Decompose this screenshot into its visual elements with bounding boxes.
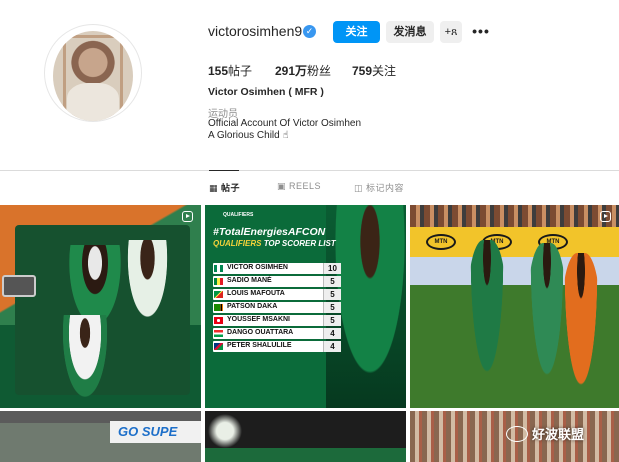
post-thumbnail-4[interactable]: GO SUPE <box>0 411 201 462</box>
scorer-row: DANGO OUATTARA 4 <box>213 328 341 339</box>
reels-icon: ▣ <box>277 181 287 191</box>
avatar-figure <box>67 83 119 121</box>
more-options-icon[interactable]: ••• <box>470 21 492 43</box>
scorer-name: PATSON DAKA <box>227 303 278 310</box>
post-2-small-text: QUALIFIERS <box>223 212 254 218</box>
add-user-icon[interactable]: +ጸ <box>440 21 462 43</box>
scorer-row: PETER SHALULILE 4 <box>213 341 341 352</box>
zambia-flag-icon <box>214 304 223 311</box>
post-3-advertising-board: MTN MTN MTN <box>410 227 619 257</box>
scorer-goals: 4 <box>323 341 341 352</box>
scorer-row: SADIO MANÉ 5 <box>213 276 341 287</box>
bio-line-1: Official Account Of Victor Osimhen <box>208 118 362 129</box>
tab-reels-label: REELS <box>289 181 322 191</box>
reel-icon <box>182 211 193 222</box>
active-tab-indicator <box>209 170 239 171</box>
scorer-name: LOUIS MAFOUTA <box>227 290 285 297</box>
post-2-headline: #TotalEnergiesAFCON <box>213 226 326 238</box>
full-name: Victor Osimhen ( MFR ) <box>208 86 324 98</box>
post-5-light <box>205 411 245 451</box>
avatar[interactable] <box>53 31 133 121</box>
followers-label: 粉丝 <box>307 64 332 78</box>
senegal-flag-icon <box>214 278 223 285</box>
tab-reels[interactable]: ▣ REELS <box>277 181 321 192</box>
scorer-row: PATSON DAKA 5 <box>213 302 341 313</box>
tagged-icon: ◫ <box>354 183 364 193</box>
scorer-goals: 10 <box>323 263 341 274</box>
post-3-crowd <box>410 205 619 227</box>
scorer-row: VICTOR OSIMHEN 10 <box>213 263 341 274</box>
scorer-name: DANGO OUATTARA <box>227 329 294 336</box>
message-button[interactable]: 发消息 <box>386 21 434 43</box>
username: victorosimhen9 <box>208 23 303 39</box>
post-thumbnail-2[interactable]: QUALIFIERS #TotalEnergiesAFCON QUALIFIER… <box>205 205 406 408</box>
tab-posts[interactable]: ▦ 帖子 <box>209 181 240 194</box>
congo-flag-icon <box>214 291 223 298</box>
tabs-divider <box>0 170 619 171</box>
followers-count: 291万 <box>275 64 308 78</box>
bio-line-2: A Glorious Child ☝ <box>208 130 289 141</box>
follow-button[interactable]: 关注 <box>333 21 380 43</box>
watermark-text: 好波联盟 <box>532 427 585 442</box>
scorer-goals: 4 <box>323 328 341 339</box>
post-1-player-figure <box>120 240 175 340</box>
watermark: 好波联盟 <box>506 424 584 444</box>
grid-icon: ▦ <box>209 183 219 193</box>
post-3-player-figure <box>468 240 506 390</box>
following-stat[interactable]: 759关注 <box>352 62 396 79</box>
posts-count: 155 <box>208 64 229 78</box>
post-1-player-figure <box>60 315 110 405</box>
post-3-player-figure <box>562 253 600 403</box>
tab-posts-label: 帖子 <box>221 183 241 193</box>
scorer-goals: 5 <box>323 276 341 287</box>
posts-stat: 155帖子 <box>208 62 252 79</box>
post-thumbnail-1[interactable] <box>0 205 201 408</box>
scorer-name: PETER SHALULILE <box>227 342 292 349</box>
scorer-row: LOUIS MAFOUTA 5 <box>213 289 341 300</box>
tunisia-flag-icon <box>214 317 223 324</box>
scorer-row: YOUSSEF MSAKNI 5 <box>213 315 341 326</box>
scorer-name: VICTOR OSIMHEN <box>227 264 288 271</box>
following-count: 759 <box>352 64 373 78</box>
tab-tagged-label: 标记内容 <box>366 183 405 193</box>
mtn-logo: MTN <box>426 234 456 250</box>
following-label: 关注 <box>372 64 397 78</box>
burkina-faso-flag-icon <box>214 330 223 337</box>
post-thumbnail-5[interactable] <box>205 411 406 462</box>
post-2-subhead-white: TOP SCORER LIST <box>263 239 336 248</box>
wechat-icon <box>506 426 528 442</box>
scorer-name: SADIO MANÉ <box>227 277 272 284</box>
camera-graphic <box>2 275 36 297</box>
post-2-subhead: QUALIFIERS TOP SCORER LIST <box>213 239 336 248</box>
tab-tagged[interactable]: ◫ 标记内容 <box>354 181 404 194</box>
scorer-name: YOUSSEF MSAKNI <box>227 316 291 323</box>
followers-stat[interactable]: 291万粉丝 <box>275 62 331 79</box>
post-2-subhead-yellow: QUALIFIERS <box>213 239 262 248</box>
scorer-goals: 5 <box>323 315 341 326</box>
verified-badge-icon: ✓ <box>303 25 316 38</box>
nigeria-flag-icon <box>214 265 223 272</box>
post-thumbnail-3[interactable]: MTN MTN MTN <box>410 205 619 408</box>
namibia-flag-icon <box>214 343 223 350</box>
scorer-goals: 5 <box>323 289 341 300</box>
post-4-banner: GO SUPE <box>110 421 201 443</box>
reel-icon <box>600 211 611 222</box>
post-3-player-figure <box>528 243 566 393</box>
post-5-field <box>205 448 406 462</box>
posts-label: 帖子 <box>228 64 253 78</box>
scorer-goals: 5 <box>323 302 341 313</box>
